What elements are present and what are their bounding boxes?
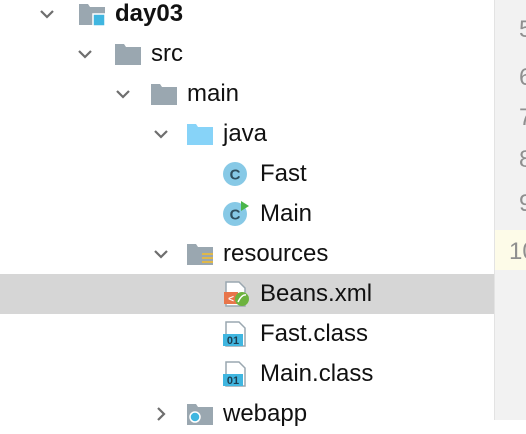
line-number: 9 [519, 190, 526, 217]
spring-xml-file-icon: < [224, 281, 249, 307]
tree-item-label: Fast [260, 160, 307, 187]
chevron-down-icon[interactable] [34, 1, 60, 27]
class-badge: 01 [227, 375, 239, 387]
chevron-down-icon[interactable] [148, 241, 174, 267]
module-folder-icon [79, 4, 106, 27]
line-number: 6 [519, 64, 526, 91]
tree-item-label: Fast.class [260, 320, 369, 347]
tree-item-label: Main.class [260, 360, 374, 387]
java-class-icon: C [223, 162, 247, 186]
web-folder-icon [187, 404, 213, 425]
tree-item-resources[interactable]: resources [0, 234, 494, 274]
line-number: 8 [519, 146, 526, 173]
tree-item-webapp[interactable]: webapp [0, 394, 494, 434]
tree-item-day03[interactable]: day03 [0, 0, 494, 34]
tree-item-label: Beans.xml [260, 280, 373, 307]
tree-item-label: main [187, 80, 240, 107]
tree-item-java[interactable]: java [0, 114, 494, 154]
tree-item-main-class-file[interactable]: 01 Main.class [0, 354, 494, 394]
class-file-icon: 01 [223, 361, 246, 387]
svg-text:C: C [230, 167, 241, 184]
tree-item-fast[interactable]: C Fast [0, 154, 494, 194]
line-number: 5 [519, 16, 526, 43]
tree-item-label: java [223, 120, 268, 147]
tree-item-label: webapp [223, 400, 308, 427]
tree-item-main-class[interactable]: C Main [0, 194, 494, 234]
tree-item-label: resources [223, 240, 329, 267]
tree-item-fast-class[interactable]: 01 Fast.class [0, 314, 494, 354]
project-tree: day03 src main java C Fast C Main resour… [0, 0, 494, 427]
tree-item-label: src [151, 40, 183, 67]
chevron-down-icon[interactable] [110, 81, 136, 107]
source-folder-icon [187, 124, 213, 145]
svg-text:<: < [228, 294, 234, 305]
svg-text:C: C [230, 207, 241, 224]
tree-item-label: day03 [115, 0, 184, 27]
resources-folder-icon [187, 244, 213, 265]
line-number: 10 [509, 238, 526, 265]
java-main-class-icon: C [223, 201, 249, 226]
class-file-icon: 01 [223, 321, 246, 347]
line-number: 7 [519, 104, 526, 131]
editor-gutter: 5 6 7 8 9 10 [494, 0, 526, 420]
folder-icon [151, 84, 177, 105]
tree-item-main[interactable]: main [0, 74, 494, 114]
chevron-right-icon[interactable] [148, 401, 174, 427]
tree-item-src[interactable]: src [0, 34, 494, 74]
folder-icon [115, 44, 141, 65]
chevron-down-icon[interactable] [72, 41, 98, 67]
tree-item-beans-xml[interactable]: < Beans.xml [0, 274, 494, 314]
class-badge: 01 [227, 335, 239, 347]
chevron-down-icon[interactable] [148, 121, 174, 147]
tree-item-label: Main [260, 200, 313, 227]
